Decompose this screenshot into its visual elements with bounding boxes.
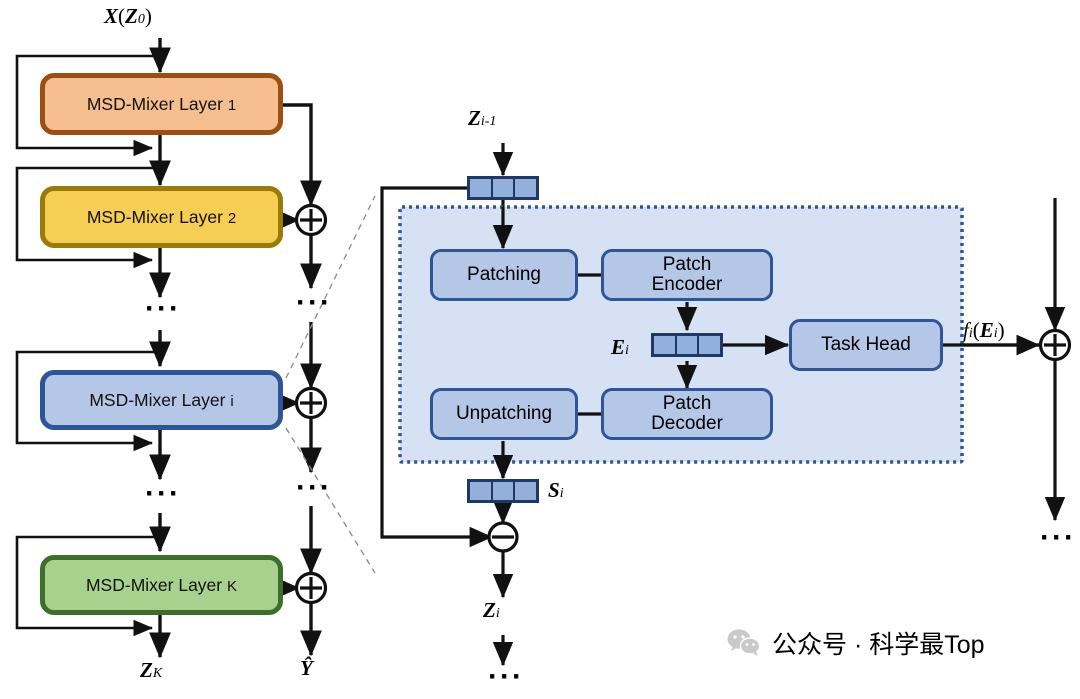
e-symbol: E [611, 335, 626, 359]
right-trunk-ellipsis-1: ··· [296, 286, 332, 319]
msd-mixer-layer-i[interactable]: MSD-Mixer Layer i [40, 370, 283, 430]
label-z-i: Zi [483, 598, 500, 623]
s-symbol: S [548, 478, 560, 502]
watermark-text: 公众号 · 科学最Top [772, 631, 985, 659]
task-head-label: Task Head [821, 334, 911, 355]
label-s-i: Si [548, 478, 564, 503]
input-z: Z [125, 4, 138, 28]
diagram-canvas: MSD-Mixer Layer 1 MSD-Mixer Layer 2 MSD-… [0, 0, 1080, 699]
msd-mixer-layer-2[interactable]: MSD-Mixer Layer 2 [40, 186, 283, 248]
output-z-sub: K [152, 666, 163, 681]
token-bar-z-input [467, 176, 539, 200]
token-cell [470, 179, 491, 197]
s-subscript: i [559, 486, 564, 501]
token-bar-e [651, 333, 723, 357]
patch-encoder-block[interactable]: Patch Encoder [601, 249, 773, 301]
output-z: Z [140, 658, 153, 682]
input-z-sub: 0 [137, 12, 145, 27]
output-label-zk: ZK [140, 658, 162, 683]
layer-i-label: MSD-Mixer Layer [89, 389, 231, 410]
f-e-symbol: E [979, 318, 994, 342]
layer-1-index: 1 [227, 96, 237, 114]
label-f-i-e-i: fi(Ei) [963, 318, 1005, 343]
msd-mixer-layer-1[interactable]: MSD-Mixer Layer 1 [40, 73, 283, 135]
patch-encoder-label-line1: Patch [662, 254, 712, 276]
task-head-block[interactable]: Task Head [789, 319, 943, 371]
layer-i-index: i [230, 392, 234, 410]
layer-k-index: K [226, 577, 237, 595]
patch-decoder-block[interactable]: Patch Decoder [601, 388, 773, 440]
input-label-x-z0: X(Z0) [104, 4, 152, 29]
z-subscript: i-1 [480, 114, 497, 129]
sum-node-i [294, 386, 328, 420]
z-symbol: Z [468, 106, 481, 130]
left-trunk-ellipsis-1: ··· [145, 292, 181, 325]
e-subscript: i [625, 343, 629, 358]
f-paren-open: ( [972, 318, 980, 342]
label-e-i: Ei [611, 335, 629, 360]
layer-k-label: MSD-Mixer Layer [85, 574, 227, 595]
token-bar-s [467, 479, 539, 503]
right-sum-node [1038, 328, 1072, 362]
left-trunk-ellipsis-2: ··· [145, 477, 181, 510]
paren-close: ) [144, 4, 152, 28]
patching-label: Patching [467, 264, 541, 285]
token-cell [492, 179, 514, 197]
token-cell [515, 179, 537, 197]
f-paren-close: ) [997, 318, 1005, 342]
patching-block[interactable]: Patching [430, 249, 578, 301]
zi-symbol: Z [483, 598, 496, 622]
right-trunk-ellipsis-2: ··· [296, 471, 332, 504]
watermark: 公众号 · 科学最Top [727, 625, 985, 661]
layer-2-label: MSD-Mixer Layer [86, 206, 228, 227]
zoom-connector-lines [285, 195, 376, 574]
token-cell [492, 482, 514, 500]
output-label-yhat: Ŷ [300, 656, 313, 680]
label-z-i-minus-1: Zi-1 [468, 106, 496, 131]
minus-node [487, 521, 519, 553]
token-cell [699, 336, 721, 354]
sum-node-k [294, 571, 328, 605]
unpatching-block[interactable]: Unpatching [430, 388, 578, 440]
sum-node-2 [294, 203, 328, 237]
wechat-icon [727, 629, 761, 656]
layer-1-label: MSD-Mixer Layer [86, 93, 228, 114]
patch-decoder-label-line2: Decoder [651, 413, 723, 434]
msd-mixer-layer-k[interactable]: MSD-Mixer Layer K [40, 555, 283, 615]
patch-encoder-label-line2: Encoder [651, 274, 723, 295]
paren-open: ( [118, 4, 126, 28]
token-cell [515, 482, 537, 500]
zi-subscript: i [495, 606, 500, 621]
right-trunk-ellipsis-bottom: ··· [1040, 521, 1076, 554]
token-cell [676, 336, 698, 354]
input-x: X [104, 4, 119, 28]
patch-decoder-label-line1: Patch [662, 393, 712, 415]
token-cell [470, 482, 491, 500]
token-cell [654, 336, 675, 354]
detail-ellipsis-bottom: ··· [488, 660, 524, 693]
layer-2-index: 2 [227, 209, 237, 227]
unpatching-label: Unpatching [455, 403, 553, 424]
